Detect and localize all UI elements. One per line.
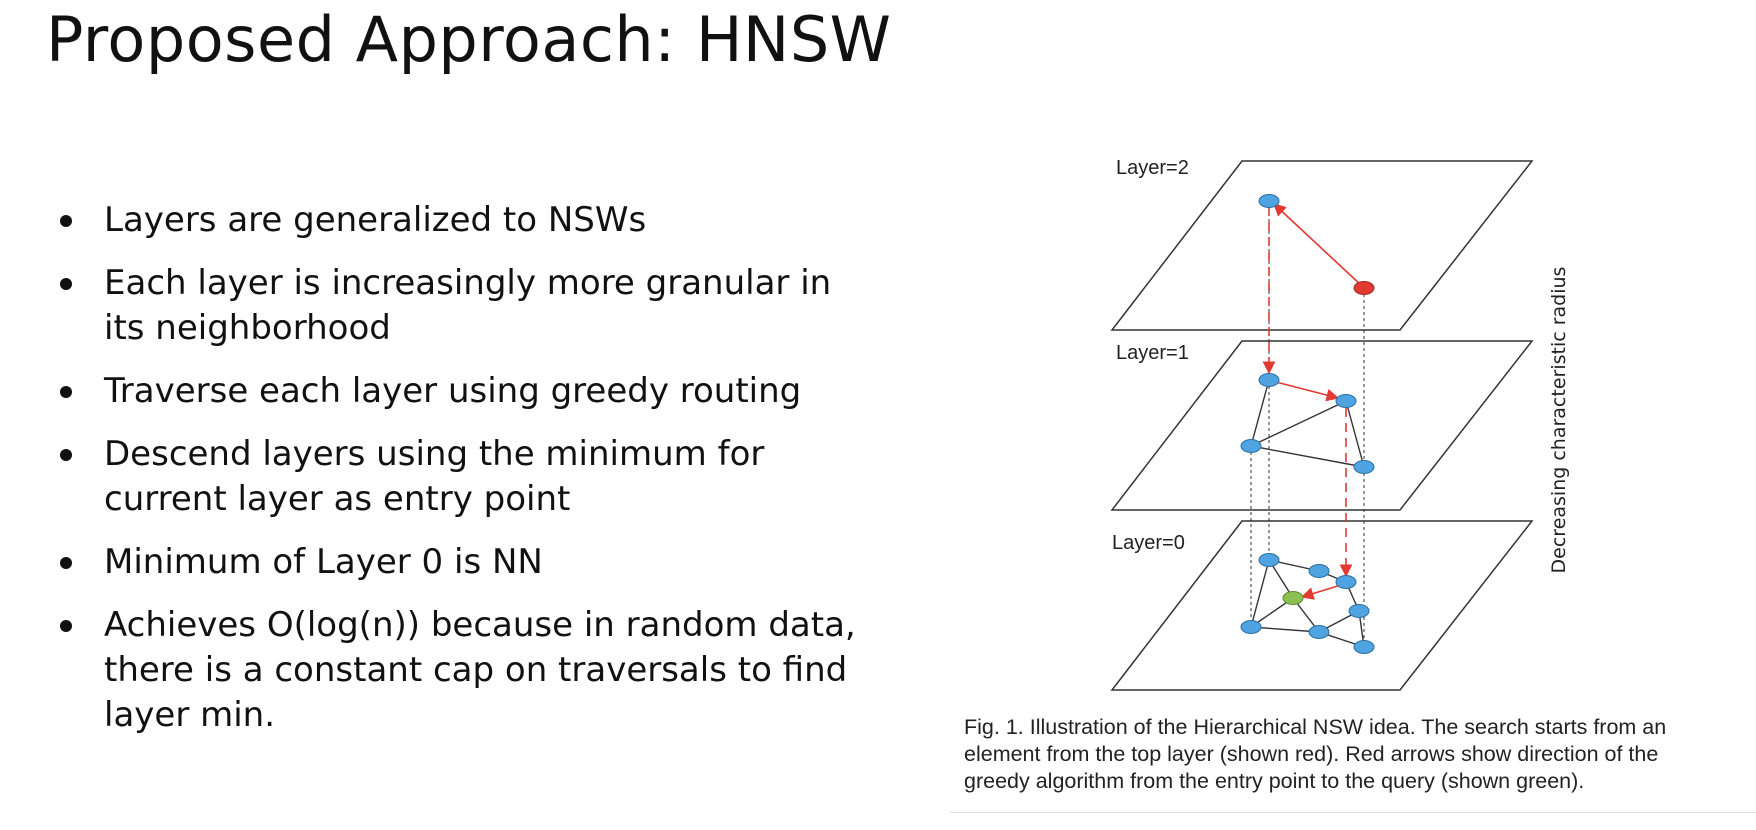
graph-nodes: [1240, 194, 1375, 654]
bullet-list: Layers are generalized to NSWs Each laye…: [58, 198, 858, 756]
bullet-dot-icon: [60, 449, 72, 461]
bullet-item: Achieves O(log(n)) because in random dat…: [58, 603, 858, 738]
bullet-dot-icon: [60, 386, 72, 398]
bullet-text: Each layer is increasingly more granular…: [104, 263, 832, 348]
search-arrow: [1300, 584, 1342, 600]
bullet-text: Traverse each layer using greedy routing: [104, 371, 802, 411]
layer-0-edges: [1250, 559, 1365, 648]
node: [1258, 553, 1280, 567]
bullet-text: Minimum of Layer 0 is NN: [104, 542, 543, 582]
node: [1335, 575, 1357, 589]
node: [1335, 394, 1357, 408]
layer-1-label: Layer=1: [1116, 342, 1189, 364]
node: [1240, 620, 1262, 634]
node: [1308, 625, 1330, 639]
layer-0-label: Layer=0: [1112, 532, 1185, 554]
node: [1353, 460, 1375, 474]
node: [1258, 373, 1280, 387]
hnsw-diagram: Layer=2 Layer=1 Layer=0 Decreasing chara…: [1110, 157, 1570, 691]
bullet-dot-icon: [60, 557, 72, 569]
bullet-text: Achieves O(log(n)) because in random dat…: [104, 605, 856, 735]
bullet-dot-icon: [60, 620, 72, 632]
bullet-item: Each layer is increasingly more granular…: [58, 261, 858, 351]
search-arrow: [1273, 203, 1363, 287]
node: [1240, 439, 1262, 453]
layer-1-plane: [1110, 340, 1534, 511]
node: [1348, 604, 1370, 618]
bullet-text: Layers are generalized to NSWs: [104, 200, 647, 240]
layer-1-edges: [1250, 379, 1365, 468]
radius-axis-label: Decreasing characteristic radius: [1548, 267, 1570, 574]
query-node: [1282, 591, 1304, 605]
bullet-dot-icon: [60, 215, 72, 227]
bullet-item: Minimum of Layer 0 is NN: [58, 540, 858, 585]
search-arrow: [1275, 381, 1340, 402]
layer-2-label: Layer=2: [1116, 157, 1189, 179]
node: [1258, 194, 1280, 208]
node: [1308, 564, 1330, 578]
bullet-text: Descend layers using the minimum for cur…: [104, 434, 765, 519]
bullet-dot-icon: [60, 278, 72, 290]
bullet-item: Traverse each layer using greedy routing: [58, 369, 858, 414]
caption-divider: [950, 812, 1756, 813]
node: [1353, 640, 1375, 654]
slide-title: Proposed Approach: HNSW: [46, 3, 892, 76]
layer-2-plane: [1110, 160, 1534, 331]
bullet-item: Layers are generalized to NSWs: [58, 198, 858, 243]
entry-node: [1353, 281, 1375, 295]
bullet-item: Descend layers using the minimum for cur…: [58, 432, 858, 522]
figure-caption: Fig. 1. Illustration of the Hierarchical…: [964, 715, 1667, 793]
